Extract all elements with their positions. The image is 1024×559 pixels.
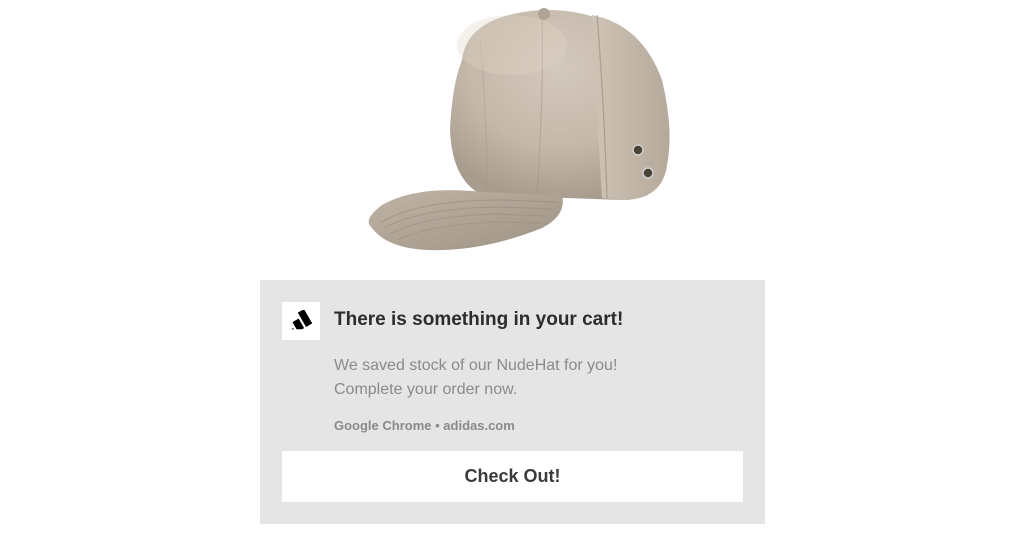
- notification-body: We saved stock of our NudeHat for you! C…: [282, 354, 743, 402]
- notification-header: There is something in your cart!: [282, 302, 743, 340]
- notification-card: There is something in your cart! We save…: [260, 280, 765, 524]
- notification-source: Google Chrome • adidas.com: [282, 418, 743, 433]
- notification-body-line2: Complete your order now.: [334, 381, 517, 398]
- notification-body-line1: We saved stock of our NudeHat for you!: [334, 357, 617, 374]
- cap-illustration: [312, 0, 712, 280]
- adidas-logo-icon: [282, 302, 320, 340]
- checkout-button[interactable]: Check Out!: [282, 451, 743, 502]
- notification-title: There is something in your cart!: [334, 302, 623, 333]
- product-image: [0, 0, 1024, 280]
